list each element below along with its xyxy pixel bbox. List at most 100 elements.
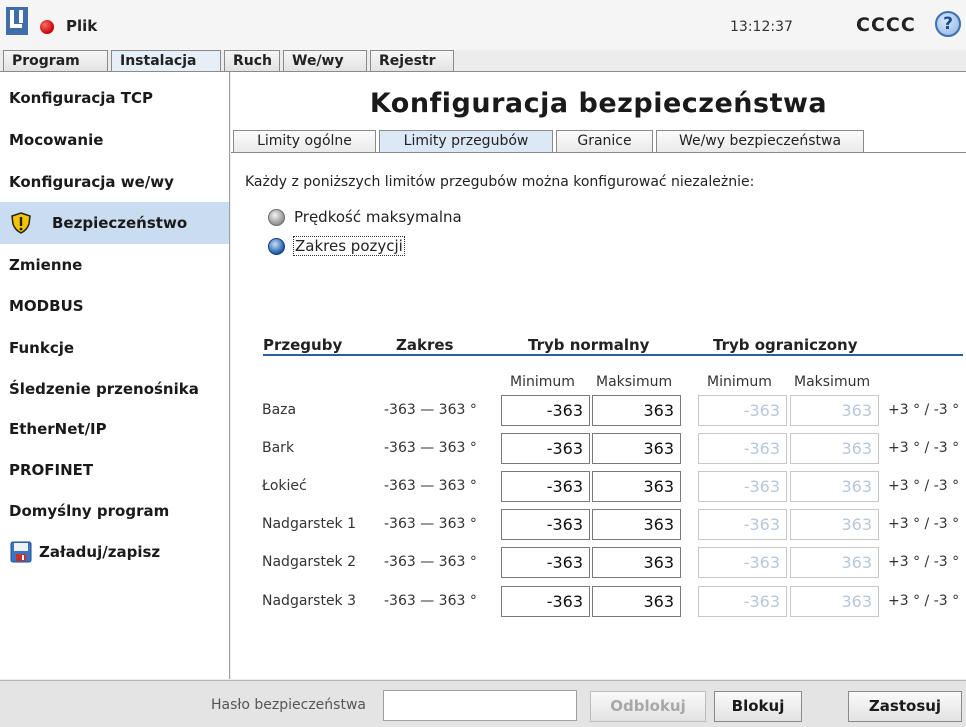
tolerance-text: +3 ° / -3 ° (888, 593, 960, 609)
sidebar-item-label: Śledzenie przenośnika (9, 380, 199, 398)
normal-min-input[interactable]: -363 (501, 509, 590, 540)
header-range: Zakres (396, 336, 454, 354)
header-divider (263, 354, 963, 356)
radio-label: Prędkość maksymalna (294, 208, 462, 226)
normal-max-input[interactable]: 363 (592, 547, 681, 578)
tolerance-text: +3 ° / -3 ° (888, 402, 960, 418)
normal-max-input[interactable]: 363 (592, 509, 681, 540)
sidebar-item-load-save[interactable]: Załaduj/zapisz (0, 532, 229, 572)
sidebar-item-ethernet-ip[interactable]: EtherNet/IP (0, 409, 229, 449)
tab-boundaries[interactable]: Granice (556, 130, 653, 153)
sidebar-item-label: Domyślny program (9, 502, 170, 520)
tolerance-text: +3 ° / -3 ° (888, 478, 960, 494)
subheader-reduced-max: Maksimum (794, 374, 871, 390)
normal-min-input[interactable]: -363 (501, 395, 590, 426)
description-text: Każdy z poniższych limitów przegubów moż… (245, 174, 755, 190)
robot-name: CCCC (856, 14, 916, 36)
main-tabs: Program Instalacja Ruch We/wy Rejestr (0, 50, 966, 72)
normal-max-input[interactable]: 363 (592, 395, 681, 426)
joint-name: Nadgarstek 1 (262, 516, 357, 532)
status-dot-icon[interactable] (40, 20, 54, 34)
lock-button[interactable]: Blokuj (714, 691, 802, 722)
subheader-normal-min: Minimum (510, 374, 575, 390)
sidebar-item-label: Konfiguracja we/wy (9, 173, 174, 191)
sidebar-item-modbus[interactable]: MODBUS (0, 286, 229, 326)
reduced-min-input: -363 (698, 509, 787, 540)
reduced-max-input: 363 (790, 586, 879, 617)
normal-min-input[interactable]: -363 (501, 433, 590, 464)
normal-max-input[interactable]: 363 (592, 433, 681, 464)
joint-range: -363 — 363 ° (384, 554, 477, 570)
file-menu[interactable]: Plik (66, 17, 97, 35)
tab-rejestr[interactable]: Rejestr (370, 50, 454, 72)
normal-min-input[interactable]: -363 (501, 547, 590, 578)
joint-range: -363 — 363 ° (384, 478, 477, 494)
sidebar-item-profinet[interactable]: PROFINET (0, 450, 229, 490)
reduced-max-input: 363 (790, 433, 879, 464)
apply-button[interactable]: Zastosuj (848, 691, 962, 722)
sub-tab-divider (231, 152, 966, 153)
subheader-reduced-min: Minimum (707, 374, 772, 390)
sidebar-item-label: Mocowanie (9, 131, 104, 149)
sidebar-item-label: Załaduj/zapisz (39, 543, 161, 561)
reduced-min-input: -363 (698, 586, 787, 617)
reduced-max-input: 363 (790, 509, 879, 540)
joint-name: Bark (262, 440, 295, 456)
joint-range: -363 — 363 ° (384, 516, 477, 532)
page-title: Konfiguracja bezpieczeństwa (369, 88, 828, 119)
sidebar-item-features[interactable]: Funkcje (0, 328, 229, 368)
password-input[interactable] (383, 690, 577, 721)
warning-shield-icon (11, 212, 31, 234)
tab-joint-limits[interactable]: Limity przegubów (379, 130, 553, 153)
joint-name: Baza (262, 402, 297, 418)
reduced-min-input: -363 (698, 395, 787, 426)
tab-we-wy[interactable]: We/wy (283, 50, 367, 72)
sidebar-item-tcp[interactable]: Konfiguracja TCP (0, 78, 229, 118)
sidebar-item-conveyor-tracking[interactable]: Śledzenie przenośnika (0, 369, 229, 409)
radio-button-off[interactable] (268, 209, 285, 226)
sidebar-item-label: Zmienne (9, 256, 83, 274)
joint-name: Nadgarstek 2 (262, 554, 357, 570)
normal-max-input[interactable]: 363 (592, 471, 681, 502)
header-reduced-mode: Tryb ograniczony (713, 336, 858, 354)
password-label: Hasło bezpieczeństwa (211, 697, 366, 713)
header-normal-mode: Tryb normalny (528, 336, 650, 354)
joint-range: -363 — 363 ° (384, 402, 477, 418)
sidebar-item-variables[interactable]: Zmienne (0, 245, 229, 285)
title-bar: Plik 13:12:37 CCCC ? (0, 0, 966, 50)
normal-max-input[interactable]: 363 (592, 586, 681, 617)
tolerance-text: +3 ° / -3 ° (888, 554, 960, 570)
tab-safety-io[interactable]: We/wy bezpieczeństwa (656, 130, 864, 153)
tab-ruch[interactable]: Ruch (224, 50, 280, 72)
sidebar-item-label: EtherNet/IP (9, 420, 107, 438)
radio-button-on[interactable] (268, 238, 285, 255)
sidebar-item-label: MODBUS (9, 297, 84, 315)
sidebar-item-io-setup[interactable]: Konfiguracja we/wy (0, 162, 229, 202)
floppy-disk-icon (10, 541, 32, 563)
tolerance-text: +3 ° / -3 ° (888, 516, 960, 532)
clock: 13:12:37 (730, 19, 793, 35)
sidebar-item-safety[interactable]: Bezpieczeństwo (0, 202, 229, 244)
tab-instalacja[interactable]: Instalacja (111, 50, 221, 72)
joint-range: -363 — 363 ° (384, 593, 477, 609)
tolerance-text: +3 ° / -3 ° (888, 440, 960, 456)
joint-range: -363 — 363 ° (384, 440, 477, 456)
sidebar-item-label: Bezpieczeństwo (52, 214, 188, 232)
reduced-min-input: -363 (698, 471, 787, 502)
subheader-normal-max: Maksimum (596, 374, 673, 390)
header-joints: Przeguby (263, 336, 343, 354)
sidebar-item-mounting[interactable]: Mocowanie (0, 120, 229, 160)
main-panel: Konfiguracja bezpieczeństwa Limity ogóln… (231, 72, 966, 679)
sidebar-item-default-program[interactable]: Domyślny program (0, 491, 229, 531)
tab-general-limits[interactable]: Limity ogólne (233, 130, 376, 153)
normal-min-input[interactable]: -363 (501, 586, 590, 617)
joint-name: Nadgarstek 3 (262, 593, 357, 609)
help-icon[interactable]: ? (935, 11, 961, 37)
sidebar-item-label: Funkcje (9, 339, 75, 357)
reduced-min-input: -363 (698, 547, 787, 578)
reduced-max-input: 363 (790, 471, 879, 502)
ur-logo-icon (6, 7, 28, 35)
reduced-max-input: 363 (790, 547, 879, 578)
normal-min-input[interactable]: -363 (501, 471, 590, 502)
tab-program[interactable]: Program (3, 50, 108, 72)
